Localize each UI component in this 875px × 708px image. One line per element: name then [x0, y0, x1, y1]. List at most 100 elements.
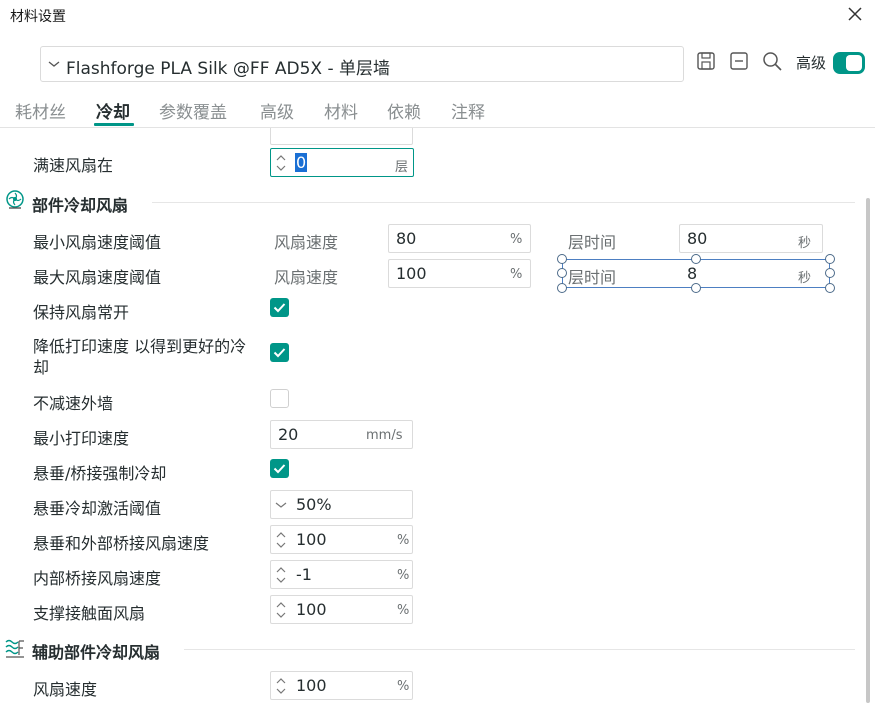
vertical-scrollbar[interactable] [866, 198, 870, 703]
min-print-speed-input[interactable]: 20 mm/s [270, 420, 413, 449]
min-fan-speed-input[interactable]: 80 % [388, 224, 531, 253]
advanced-label: 高级 [796, 54, 827, 72]
min-fan-speed-value: 80 [396, 229, 417, 248]
spin-icon[interactable] [275, 531, 287, 549]
spin-icon[interactable] [275, 154, 287, 172]
max-fan-speed-unit: % [510, 267, 523, 282]
section-divider [184, 649, 855, 650]
min-fan-speed-label: 风扇速度 [274, 233, 339, 252]
preset-toolbar: Flashforge PLA Silk @FF AD5X - 单层墙 高级 [0, 30, 875, 94]
max-fan-speed-value: 100 [396, 264, 427, 283]
tab-cooling[interactable]: 冷却 [96, 98, 130, 123]
delete-preset-icon[interactable] [728, 50, 750, 72]
internal-bridge-fan-unit: % [397, 568, 410, 583]
advanced-toggle[interactable] [833, 52, 865, 74]
check-icon [273, 348, 286, 358]
resize-handle[interactable] [825, 283, 835, 293]
support-interface-fan-value: 100 [296, 600, 327, 619]
preset-dropdown[interactable]: Flashforge PLA Silk @FF AD5X - 单层墙 [40, 46, 684, 82]
min-print-speed-unit: mm/s [366, 428, 403, 443]
tab-overrides[interactable]: 参数覆盖 [159, 98, 227, 123]
aux-cooling-section-title: 辅助部件冷却风扇 [32, 643, 161, 662]
min-layer-time-value: 80 [687, 229, 708, 248]
chevron-down-icon [48, 61, 60, 67]
aux-fan-icon [5, 639, 24, 658]
spin-icon[interactable] [275, 677, 287, 695]
min-layer-time-input[interactable]: 80 秒 [679, 224, 823, 253]
check-icon [273, 464, 286, 474]
resize-handle[interactable] [557, 254, 567, 264]
slow-down-label-line2: 却 [33, 358, 50, 377]
clipped-field [270, 128, 413, 145]
spin-icon[interactable] [275, 566, 287, 584]
preset-name: Flashforge PLA Silk @FF AD5X - 单层墙 [66, 59, 390, 79]
full-fan-value: 0 [295, 153, 308, 172]
tab-dependencies[interactable]: 依赖 [387, 98, 421, 123]
overhang-bridge-fan-value: 100 [296, 530, 327, 549]
aux-fan-speed-unit: % [397, 679, 410, 694]
min-threshold-label: 最小风扇速度阈值 [33, 233, 162, 252]
section-divider [152, 202, 855, 203]
max-fan-speed-label: 风扇速度 [274, 268, 339, 287]
close-icon[interactable] [845, 4, 865, 24]
slow-down-label-line1: 降低打印速度 以得到更好的冷 [33, 337, 247, 356]
overhang-threshold-label: 悬垂冷却激活阈值 [33, 499, 162, 518]
save-icon[interactable] [695, 50, 717, 72]
tab-filament[interactable]: 耗材丝 [15, 98, 66, 123]
dont-slow-outer-label: 不减速外墙 [33, 394, 114, 413]
min-print-speed-label: 最小打印速度 [33, 429, 130, 448]
keep-fan-on-label: 保持风扇常开 [33, 303, 130, 322]
min-layer-time-unit: 秒 [798, 236, 812, 251]
part-cooling-section-title: 部件冷却风扇 [32, 196, 129, 215]
tab-notes[interactable]: 注释 [451, 98, 485, 123]
overhang-bridge-fan-unit: % [397, 533, 410, 548]
aux-fan-speed-value: 100 [296, 676, 327, 695]
support-interface-fan-unit: % [397, 603, 410, 618]
check-icon [273, 303, 286, 313]
resize-handle[interactable] [825, 254, 835, 264]
slow-down-checkbox[interactable] [270, 343, 289, 362]
tab-material[interactable]: 材料 [324, 98, 358, 123]
resize-handle[interactable] [557, 268, 567, 278]
full-fan-label: 满速风扇在 [33, 156, 114, 175]
max-fan-speed-input[interactable]: 100 % [388, 259, 531, 288]
internal-bridge-fan-input[interactable]: -1 % [270, 560, 413, 589]
full-fan-unit: 层 [395, 160, 409, 175]
window-title: 材料设置 [10, 9, 66, 25]
min-fan-speed-unit: % [510, 232, 523, 247]
overhang-force-checkbox[interactable] [270, 459, 289, 478]
title-bar: 材料设置 [0, 0, 875, 30]
search-icon[interactable] [761, 50, 783, 72]
max-layer-time-label: 层时间 [568, 268, 617, 287]
overhang-threshold-dropdown[interactable]: 50% [270, 490, 413, 519]
resize-handle[interactable] [557, 283, 567, 293]
aux-fan-speed-label: 风扇速度 [33, 680, 98, 699]
overhang-force-label: 悬垂/桥接强制冷却 [33, 464, 167, 483]
keep-fan-on-checkbox[interactable] [270, 298, 289, 317]
full-fan-layer-input[interactable]: 0 层 [270, 148, 414, 177]
toggle-knob [846, 55, 862, 71]
max-layer-time-unit: 秒 [798, 271, 812, 286]
support-interface-fan-input[interactable]: 100 % [270, 595, 413, 624]
overhang-bridge-fan-label: 悬垂和外部桥接风扇速度 [33, 534, 210, 553]
dont-slow-outer-checkbox[interactable] [270, 389, 289, 408]
max-threshold-label: 最大风扇速度阈值 [33, 268, 162, 287]
overhang-threshold-value: 50% [296, 495, 332, 514]
active-tab-indicator [94, 123, 134, 126]
aux-fan-speed-input[interactable]: 100 % [270, 671, 413, 700]
chevron-down-icon [275, 502, 287, 508]
spin-icon[interactable] [275, 601, 287, 619]
max-layer-time-input[interactable]: 8 秒 [679, 259, 825, 288]
resize-handle[interactable] [825, 268, 835, 278]
support-interface-fan-label: 支撑接触面风扇 [33, 604, 146, 623]
min-print-speed-value: 20 [278, 425, 299, 444]
settings-panel[interactable]: 满速风扇在 0 层 部件冷却风扇 最小风扇速度阈值 风扇速度 80 % 层时间 … [0, 128, 860, 708]
internal-bridge-fan-label: 内部桥接风扇速度 [33, 569, 162, 588]
tab-advanced[interactable]: 高级 [260, 98, 294, 123]
max-layer-time-value: 8 [687, 264, 698, 283]
min-layer-time-label: 层时间 [568, 233, 617, 252]
tab-bar: 耗材丝 冷却 参数覆盖 高级 材料 依赖 注释 [0, 94, 875, 128]
fan-icon [6, 190, 24, 209]
overhang-bridge-fan-input[interactable]: 100 % [270, 525, 413, 554]
internal-bridge-fan-value: -1 [296, 565, 312, 584]
